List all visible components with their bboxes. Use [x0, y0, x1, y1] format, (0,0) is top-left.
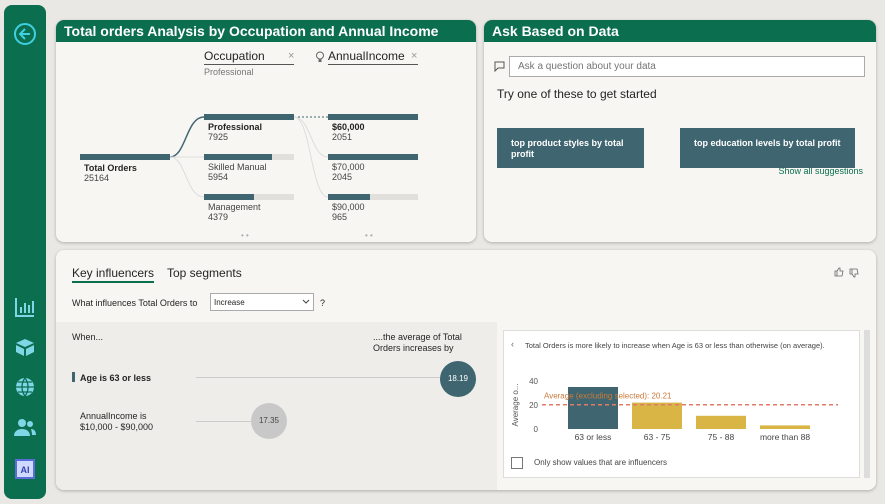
- influencer-label-age[interactable]: Age is 63 or less: [80, 373, 151, 383]
- income-bar[interactable]: [328, 154, 418, 160]
- influencer-bubble-income[interactable]: 17.35: [251, 403, 287, 439]
- occupation-node[interactable]: Professional 7925: [208, 122, 262, 142]
- influencer-bar-chart: Average o... 0 20 40 63 or less 63 - 75 75 - 8…: [511, 377, 838, 442]
- bar-2: [696, 415, 746, 429]
- box-icon[interactable]: [13, 335, 37, 359]
- influencer-label-income[interactable]: AnnualIncome is $10,000 - $90,000: [80, 411, 153, 433]
- qa-search-input[interactable]: [509, 56, 865, 77]
- lightbulb-icon[interactable]: [315, 51, 325, 63]
- tab-top-segments[interactable]: Top segments: [167, 266, 242, 280]
- root-node[interactable]: Total Orders 25164: [84, 163, 137, 183]
- x-tick-label: 63 - 75: [644, 432, 671, 442]
- suggestion-button-product-styles[interactable]: top product styles by total profit: [497, 128, 644, 168]
- bar-chart-icon[interactable]: [13, 295, 37, 319]
- x-tick-label: more than 88: [760, 432, 810, 442]
- reference-line-label: Average (excluding selected): 20.21: [544, 392, 672, 401]
- income-node[interactable]: $70,000 2045: [332, 162, 365, 182]
- bar-3: [760, 425, 810, 429]
- income-more-indicator[interactable]: • •: [365, 231, 373, 240]
- occupation-bar[interactable]: [204, 154, 272, 160]
- influencer-detail-panel: ‹ Total Orders is more likely to increas…: [503, 330, 860, 478]
- occupation-filter: Professional: [204, 67, 254, 77]
- influencer-line-age: [196, 377, 440, 378]
- occupation-header: Occupation: [204, 49, 265, 63]
- income-node[interactable]: $90,000 965: [332, 202, 365, 222]
- qa-title: Ask Based on Data: [484, 20, 876, 42]
- influencers-only-label: Only show values that are influencers: [534, 458, 667, 467]
- sidebar: AI: [4, 5, 46, 499]
- y-tick-label: 0: [534, 425, 539, 434]
- income-header: AnnualIncome: [328, 49, 405, 63]
- influencer-bubble-age[interactable]: 18.19: [440, 361, 476, 397]
- decomposition-title: Total orders Analysis by Occupation and …: [56, 20, 476, 42]
- tab-key-influencers[interactable]: Key influencers: [72, 266, 155, 283]
- selected-indicator: [72, 372, 75, 382]
- when-label: When...: [72, 332, 104, 342]
- thumbs-up-icon[interactable]: [834, 267, 844, 277]
- root-bar[interactable]: [80, 154, 170, 160]
- svg-text:AI: AI: [21, 465, 30, 475]
- y-axis-label: Average o...: [511, 384, 520, 427]
- x-tick-label: 75 - 88: [708, 432, 735, 442]
- influence-direction-value: Increase: [214, 298, 245, 307]
- suggestion-button-education-levels[interactable]: top education levels by total profit: [680, 128, 855, 168]
- y-tick-label: 20: [529, 401, 538, 410]
- qa-card: Ask Based on Data Try one of these to ge…: [484, 20, 876, 242]
- detail-scrollbar[interactable]: [864, 330, 870, 478]
- income-remove-icon[interactable]: ×: [411, 50, 417, 62]
- help-icon[interactable]: ?: [320, 298, 325, 308]
- qa-prompt: Try one of these to get started: [497, 87, 657, 101]
- y-tick-label: 40: [529, 377, 538, 386]
- occupation-bar[interactable]: [204, 194, 254, 200]
- x-tick-label: 63 or less: [575, 432, 612, 442]
- influence-direction-dropdown[interactable]: Increase: [210, 293, 314, 311]
- chat-icon: [494, 61, 505, 72]
- thumbs-down-icon[interactable]: [849, 268, 859, 278]
- occupation-remove-icon[interactable]: ×: [288, 50, 294, 62]
- average-label: ....the average of Total Orders increases…: [373, 332, 462, 353]
- occupation-node[interactable]: Skilled Manual 5954: [208, 162, 267, 182]
- chevron-down-icon: [302, 299, 310, 304]
- detail-description: Total Orders is more likely to increase …: [525, 341, 825, 350]
- influence-question-label: What influences Total Orders to: [72, 298, 198, 308]
- ai-icon[interactable]: AI: [13, 457, 37, 481]
- influencer-line-income: [196, 421, 251, 422]
- key-influencers-card: Key influencers Top segments What influe…: [56, 250, 876, 490]
- bar-1: [632, 402, 682, 429]
- globe-icon[interactable]: [13, 375, 37, 399]
- income-bar[interactable]: [328, 194, 371, 200]
- occupation-node[interactable]: Management 4379: [208, 202, 261, 222]
- income-bar[interactable]: [328, 114, 418, 120]
- influencers-only-checkbox[interactable]: [511, 457, 523, 469]
- decomposition-tree-card: Total orders Analysis by Occupation and …: [56, 20, 476, 242]
- occupation-more-indicator[interactable]: • •: [241, 231, 249, 240]
- income-node[interactable]: $60,000 2051: [332, 122, 365, 142]
- occupation-underline: [204, 64, 294, 65]
- detail-back-icon[interactable]: ‹: [511, 339, 514, 349]
- show-all-suggestions-link[interactable]: Show all suggestions: [778, 166, 863, 176]
- back-arrow-icon[interactable]: [13, 22, 37, 46]
- users-icon[interactable]: [13, 415, 37, 439]
- income-underline: [328, 64, 418, 65]
- occupation-bar[interactable]: [204, 114, 294, 120]
